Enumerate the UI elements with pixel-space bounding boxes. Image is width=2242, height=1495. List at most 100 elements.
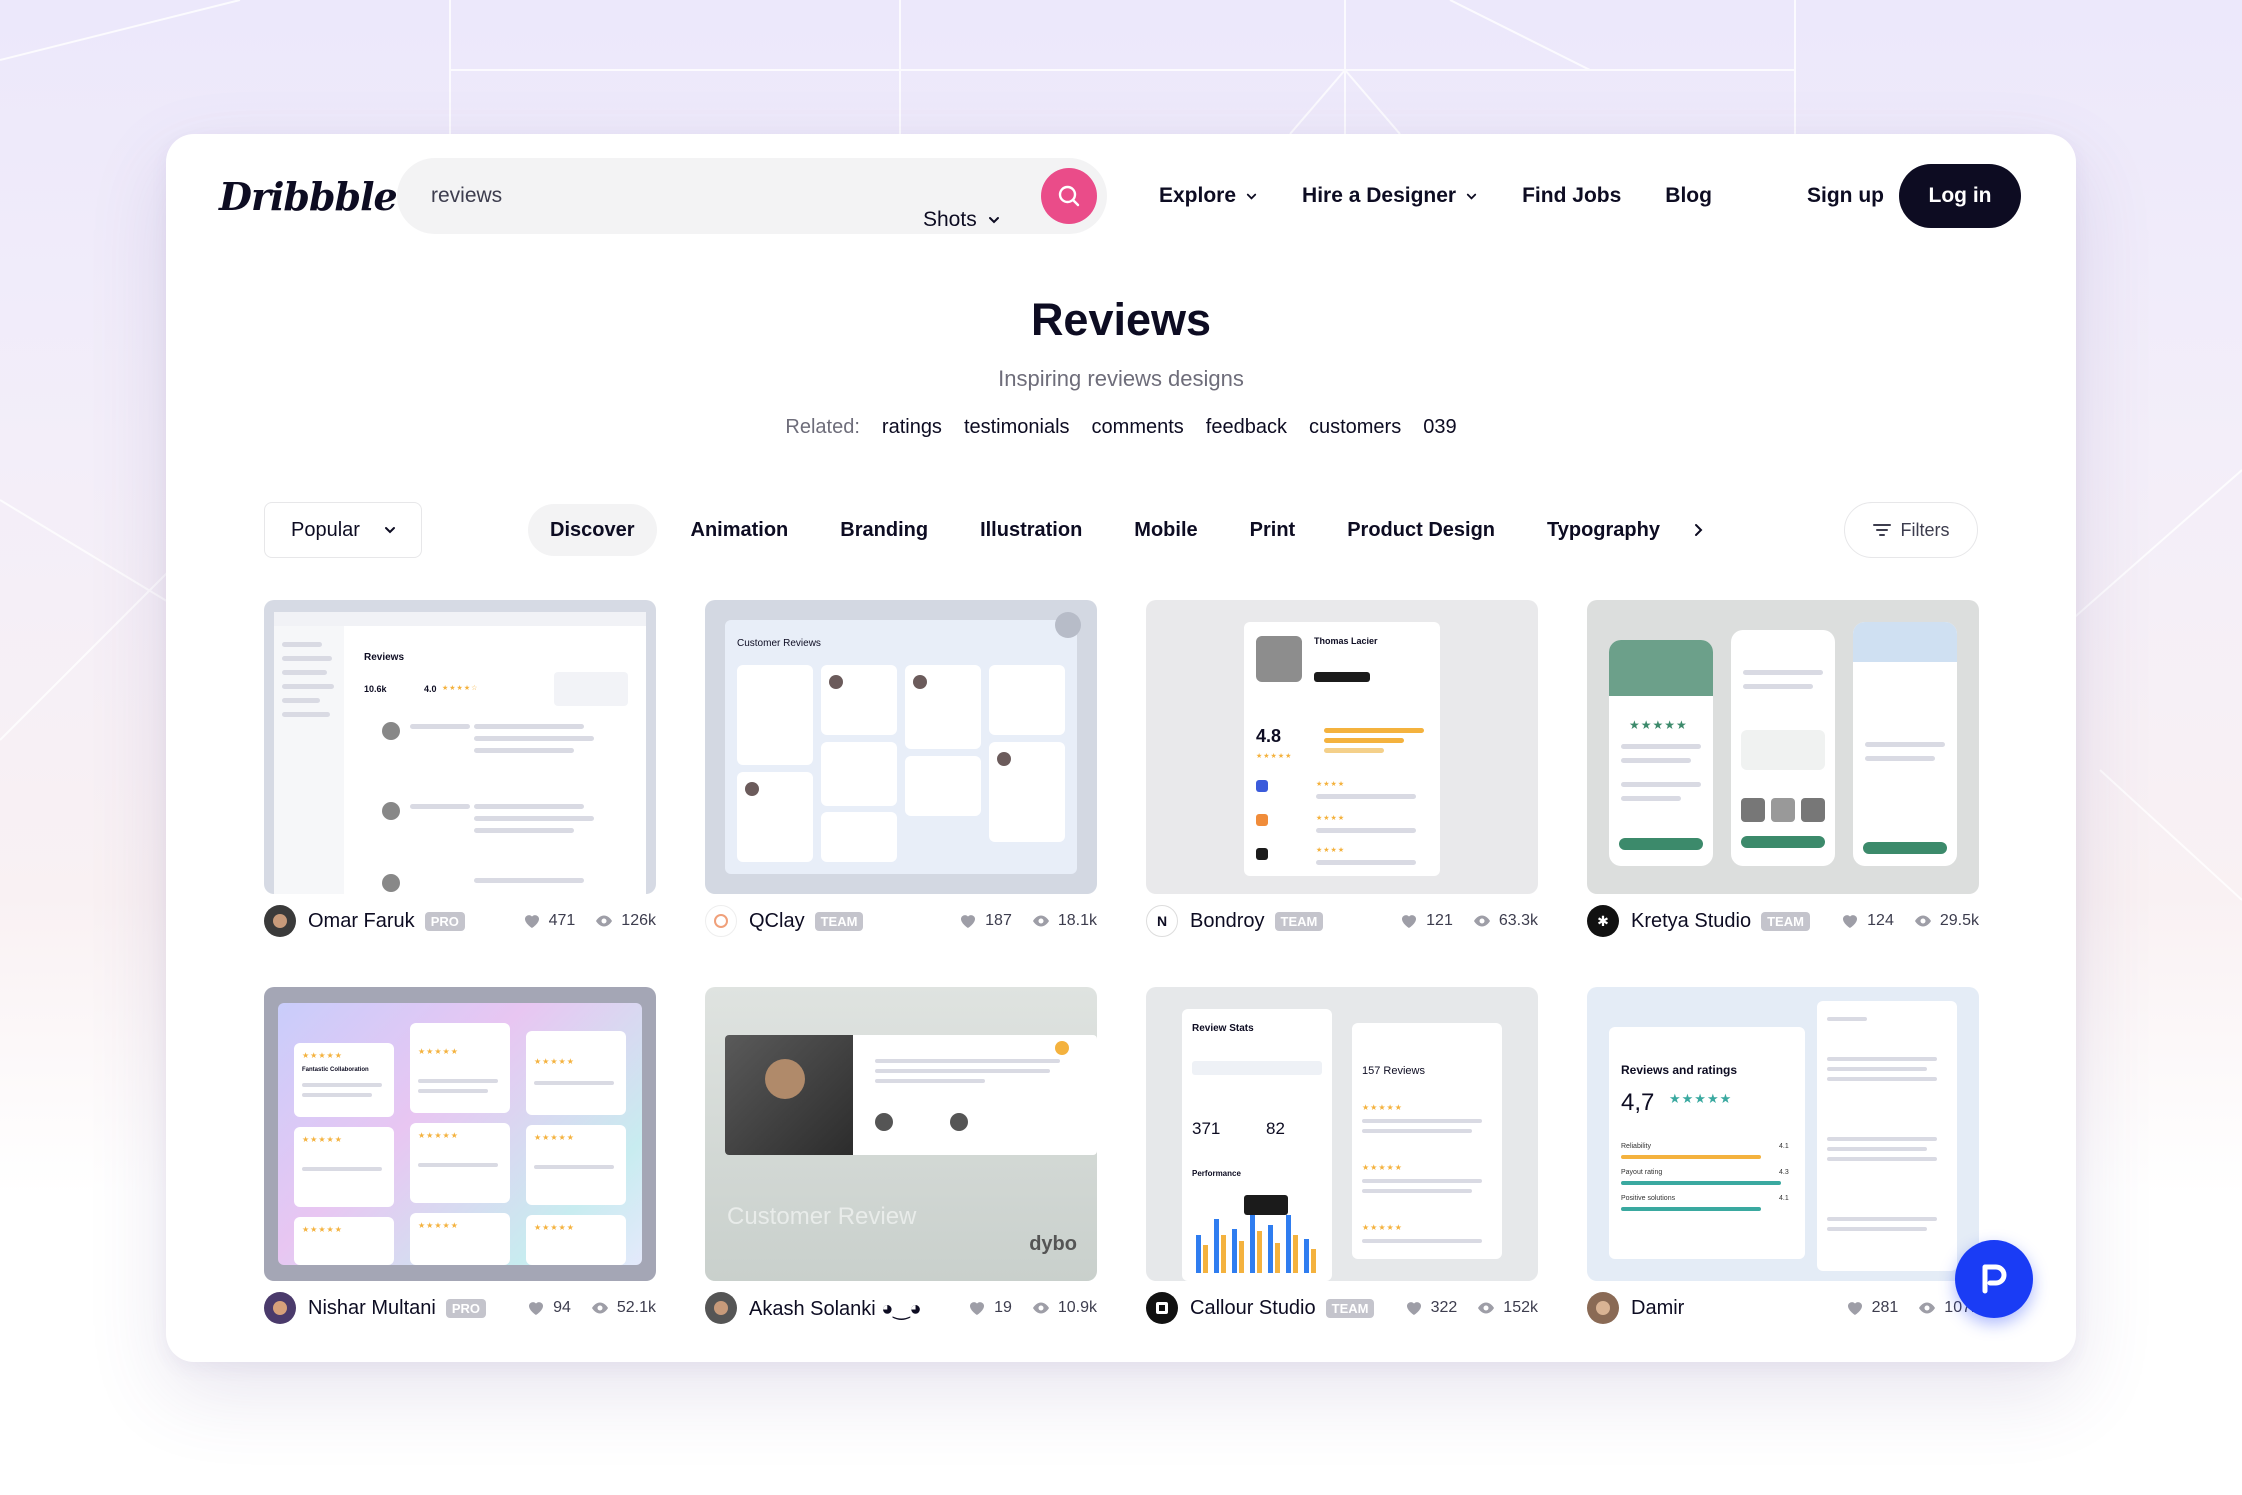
heart-icon[interactable] [523,913,541,929]
shot-meta: Akash Solanki ◕‿◕ 19 10.9k [705,1291,1097,1325]
shot-stats: 322 152k [1405,1299,1538,1317]
heart-icon[interactable] [1846,1300,1864,1316]
tab-illustration[interactable]: Illustration [954,504,1108,556]
search-scope-label: Shots [923,208,977,231]
sign-up-link[interactable]: Sign up [1807,184,1884,208]
avatar[interactable] [705,1292,737,1324]
categories-next-button[interactable] [1690,522,1706,538]
avatar[interactable]: ✱ [1587,905,1619,937]
thumb-title: Customer Reviews [737,638,821,649]
tab-animation[interactable]: Animation [665,504,815,556]
likes-count: 124 [1867,912,1894,929]
heart-icon[interactable] [968,1300,986,1316]
heart-icon[interactable] [1841,913,1859,929]
thumb-dashboard: Reviews 10.6k 4.0 ★★★★☆ [274,612,646,894]
likes-count: 187 [985,912,1012,929]
author-badge: TEAM [1325,1298,1375,1318]
floating-p-button[interactable] [1955,1240,2033,1318]
thumb-title: Review Stats [1192,1023,1254,1034]
nav-find-jobs[interactable]: Find Jobs [1522,184,1621,208]
thumb-phone [1853,622,1957,866]
video-icon [1055,612,1081,638]
thumb-stat: 371 [1192,1119,1221,1138]
heart-icon[interactable] [959,913,977,929]
shot-stats: 94 52.1k [527,1299,656,1317]
shot-thumbnail[interactable]: ★★★★★ Fantastic Collaboration ★★★★★ ★★★★★… [264,987,656,1281]
author-badge: TEAM [1274,911,1324,931]
author-name[interactable]: Bondroy [1190,910,1265,933]
avatar[interactable] [264,1292,296,1324]
related-tag-customers[interactable]: customers [1309,416,1401,439]
author-name[interactable]: Callour Studio [1190,1297,1316,1320]
related-tag-feedback[interactable]: feedback [1206,416,1287,439]
search-input[interactable] [431,158,911,234]
likes-count: 121 [1426,912,1453,929]
shot-thumbnail[interactable]: Customer Reviews [705,600,1097,894]
thumb-label: Payout rating [1621,1169,1663,1176]
avatar[interactable]: N [1146,905,1178,937]
shot-card[interactable]: ★★★★★ ✱ Kretya Studio TEAM 124 29.5k [1587,600,1979,937]
avatar[interactable] [1146,1292,1178,1324]
likes-count: 19 [994,1299,1012,1316]
related-tag-comments[interactable]: comments [1092,416,1184,439]
author-name[interactable]: Kretya Studio [1631,910,1751,933]
views-count: 18.1k [1057,912,1097,929]
shot-card[interactable]: Customer Reviews QClay TEAM 187 18.1k [705,600,1097,937]
author-badge: PRO [424,911,465,931]
shot-card[interactable]: Reviews and ratings 4,7 ★★★★★ Reliabilit… [1587,987,1979,1324]
thumb-score: 4.8 [1256,726,1282,746]
thumb-profile-card: Thomas Lacier 4.8 ★★★★★ ★★★★ ★★★★ ★★★★ [1244,622,1440,876]
author-name[interactable]: Damir [1631,1297,1684,1320]
shot-thumbnail[interactable]: Reviews 10.6k 4.0 ★★★★☆ [264,600,656,894]
thumb-bar-chart [1196,1195,1316,1273]
thumb-stats-panel: Review Stats 371 82 Performance [1182,1009,1332,1281]
thumb-label: Performance [1192,1169,1241,1178]
shot-card[interactable]: Reviews 10.6k 4.0 ★★★★☆ Omar Faruk PRO 4… [264,600,656,937]
author-name[interactable]: Akash Solanki ◕‿◕ [749,1296,922,1321]
sort-dropdown[interactable]: Popular [264,502,422,558]
avatar[interactable] [1587,1292,1619,1324]
tab-print[interactable]: Print [1224,504,1322,556]
search-bar: Shots [397,158,1107,234]
author-name[interactable]: Omar Faruk [308,910,415,933]
shot-thumbnail[interactable]: Customer Review dybo [705,987,1097,1281]
tab-mobile[interactable]: Mobile [1108,504,1223,556]
nav-blog[interactable]: Blog [1665,184,1712,208]
shot-card[interactable]: Customer Review dybo Akash Solanki ◕‿◕ 1… [705,987,1097,1324]
chevron-down-icon [385,527,395,534]
dribbble-logo[interactable]: Dribbble [219,174,398,219]
avatar[interactable] [705,905,737,937]
shot-thumbnail[interactable]: Review Stats 371 82 Performance 157 Revi… [1146,987,1538,1281]
heart-icon[interactable] [1400,913,1418,929]
nav-explore[interactable]: Explore [1159,184,1258,208]
thumb-ratings-card: Reviews and ratings 4,7 ★★★★★ Reliabilit… [1609,1027,1805,1259]
related-tag-039[interactable]: 039 [1423,416,1456,439]
shot-card[interactable]: Thomas Lacier 4.8 ★★★★★ ★★★★ ★★★★ ★★★★ N… [1146,600,1538,937]
related-tag-ratings[interactable]: ratings [882,416,942,439]
shot-thumbnail[interactable]: Reviews and ratings 4,7 ★★★★★ Reliabilit… [1587,987,1979,1281]
author-name[interactable]: Nishar Multani [308,1297,436,1320]
tab-typography[interactable]: Typography [1521,504,1686,556]
shot-card[interactable]: Review Stats 371 82 Performance 157 Revi… [1146,987,1538,1324]
chevron-down-icon [1246,193,1257,200]
thumb-review-feed [1817,1001,1957,1271]
related-tag-testimonials[interactable]: testimonials [964,416,1070,439]
filters-button[interactable]: Filters [1844,502,1978,558]
tab-discover[interactable]: Discover [528,504,657,556]
thumb-brand: dybo [1029,1233,1077,1255]
shot-thumbnail[interactable]: Thomas Lacier 4.8 ★★★★★ ★★★★ ★★★★ ★★★★ [1146,600,1538,894]
avatar[interactable] [264,905,296,937]
author-name[interactable]: QClay [749,910,805,933]
thumb-title: Reviews [364,652,405,663]
shot-card[interactable]: ★★★★★ Fantastic Collaboration ★★★★★ ★★★★★… [264,987,656,1324]
heart-icon[interactable] [527,1300,545,1316]
shot-thumbnail[interactable]: ★★★★★ [1587,600,1979,894]
tab-product-design[interactable]: Product Design [1321,504,1521,556]
search-scope-dropdown[interactable]: Shots [923,182,1001,258]
category-tabs: Discover Animation Branding Illustration… [528,504,1706,556]
tab-branding[interactable]: Branding [814,504,954,556]
heart-icon[interactable] [1405,1300,1423,1316]
search-button[interactable] [1041,168,1097,224]
log-in-button[interactable]: Log in [1899,164,2021,228]
nav-hire-designer[interactable]: Hire a Designer [1302,184,1478,208]
